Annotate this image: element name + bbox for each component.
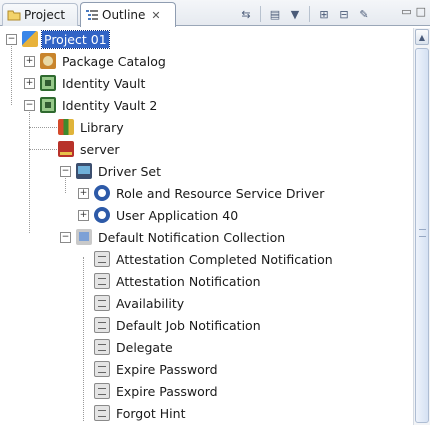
tree-item-notification[interactable]: Availability [94, 292, 186, 314]
notification-template-icon [94, 251, 110, 267]
tab-project[interactable]: Project [2, 3, 78, 26]
expand-all-icon[interactable]: ⊞ [314, 6, 334, 22]
view-toolbar: ⇆ ▤ ▼ ⊞ ⊟ ✎ [236, 5, 374, 23]
tree-connector [11, 39, 12, 105]
tree-item-label: Expire Password [116, 361, 218, 377]
scroll-grip [419, 229, 426, 237]
tree-item-notification-collection[interactable]: Default Notification Collection [76, 226, 287, 248]
tree-item-library[interactable]: Library [58, 116, 126, 138]
tree-connector [29, 149, 57, 150]
driver-set-icon [76, 163, 92, 179]
tree-item-notification[interactable]: Delegate [94, 336, 175, 358]
close-icon[interactable]: ✕ [151, 9, 160, 22]
tree-item-label: Package Catalog [62, 53, 166, 69]
tree-item-package-catalog[interactable]: Package Catalog [40, 50, 168, 72]
project-icon [22, 31, 38, 47]
notification-template-icon [94, 383, 110, 399]
view-tab-bar: Project Outline ✕ ⇆ ▤ ▼ ⊞ ⊟ ✎ ▭ □ [0, 0, 430, 27]
tree-item-label: Role and Resource Service Driver [116, 185, 325, 201]
tree-item-notification[interactable]: Default Job Notification [94, 314, 263, 336]
outline-tree: − Project 01 + Package Catalog + Identit… [0, 28, 413, 425]
collapse-all-icon[interactable]: ⊟ [334, 6, 354, 22]
tree-item-notification[interactable]: Expire Password [94, 358, 220, 380]
notification-template-icon [94, 295, 110, 311]
tree-item-notification[interactable]: Attestation Completed Notification [94, 248, 335, 270]
notification-template-icon [94, 405, 110, 421]
expand-toggle[interactable]: + [78, 210, 89, 221]
vertical-scrollbar[interactable]: ▲ [413, 28, 430, 425]
minimize-icon[interactable]: ▭ [401, 5, 411, 18]
tree-item-identity-vault[interactable]: Identity Vault [40, 72, 147, 94]
tree-connector [29, 127, 57, 128]
tree-item-label: Attestation Completed Notification [116, 251, 333, 267]
tree-item-label: Driver Set [98, 163, 161, 179]
tab-outline-label: Outline [102, 8, 146, 22]
tree-item-notification[interactable]: Attestation Notification [94, 270, 263, 292]
tree-connector [29, 107, 30, 233]
filter-icon[interactable]: ▼ [285, 6, 305, 22]
identity-vault-icon [40, 97, 56, 113]
notification-collection-icon [76, 229, 92, 245]
tree-item-role-resource-driver[interactable]: Role and Resource Service Driver [94, 182, 326, 204]
expand-toggle[interactable]: + [24, 56, 35, 67]
tree-item-label: Availability [116, 295, 185, 311]
window-controls: ▭ □ [401, 5, 426, 18]
tree-item-label: User Application 40 [116, 207, 239, 223]
tree-item-label: Library [80, 119, 124, 135]
outline-view: Project Outline ✕ ⇆ ▤ ▼ ⊞ ⊟ ✎ ▭ □ − Proj… [0, 0, 430, 425]
tree-item-notification[interactable]: Expire Password [94, 380, 220, 402]
server-icon [58, 141, 74, 157]
library-icon [58, 119, 74, 135]
tree-item-user-application[interactable]: User Application 40 [94, 204, 240, 226]
folder-icon [7, 8, 21, 22]
notification-template-icon [94, 317, 110, 333]
collapse-toggle[interactable]: − [24, 100, 35, 111]
tree-item-notification[interactable]: Forgot Hint [94, 402, 187, 424]
tree-item-label: Default Job Notification [116, 317, 261, 333]
scroll-thumb[interactable] [415, 48, 429, 423]
notification-template-icon [94, 273, 110, 289]
collapse-toggle[interactable]: − [60, 232, 71, 243]
expand-toggle[interactable]: + [78, 188, 89, 199]
scroll-up-button[interactable]: ▲ [415, 29, 429, 45]
identity-vault-icon [40, 75, 56, 91]
toolbar-separator [309, 6, 310, 22]
toolbar-separator [260, 6, 261, 22]
tab-project-label: Project [24, 8, 66, 22]
tree-item-label: Expire Password [116, 383, 218, 399]
link-with-editor-icon[interactable]: ⇆ [236, 6, 256, 22]
outline-icon [85, 8, 99, 22]
tree-item-label: Attestation Notification [116, 273, 261, 289]
package-catalog-icon [40, 53, 56, 69]
notification-template-icon [94, 339, 110, 355]
tree-item-driver-set[interactable]: Driver Set [76, 160, 163, 182]
tree-item-label: Delegate [116, 339, 173, 355]
maximize-icon[interactable]: □ [416, 5, 426, 18]
tree-item-label: server [80, 141, 120, 157]
tree-item-label: Project 01 [41, 29, 110, 49]
tree-item-server[interactable]: server [58, 138, 122, 160]
driver-icon [94, 207, 110, 223]
tree-item-label: Forgot Hint [116, 405, 186, 421]
tree-item-identity-vault-2[interactable]: Identity Vault 2 [40, 94, 159, 116]
driver-icon [94, 185, 110, 201]
tab-outline[interactable]: Outline ✕ [80, 2, 176, 27]
tree-item-label: Identity Vault [62, 75, 146, 91]
collapse-toggle[interactable]: − [60, 166, 71, 177]
expand-toggle[interactable]: + [24, 78, 35, 89]
tree-item-label: Default Notification Collection [98, 229, 286, 245]
tree-item-label: Identity Vault 2 [62, 97, 158, 113]
collapse-toggle[interactable]: − [6, 34, 17, 45]
wizard-icon[interactable]: ✎ [354, 6, 374, 22]
new-item-icon[interactable]: ▤ [265, 6, 285, 22]
notification-template-icon [94, 361, 110, 377]
tree-connector [83, 257, 84, 421]
tree-item-project[interactable]: Project 01 [22, 28, 110, 50]
